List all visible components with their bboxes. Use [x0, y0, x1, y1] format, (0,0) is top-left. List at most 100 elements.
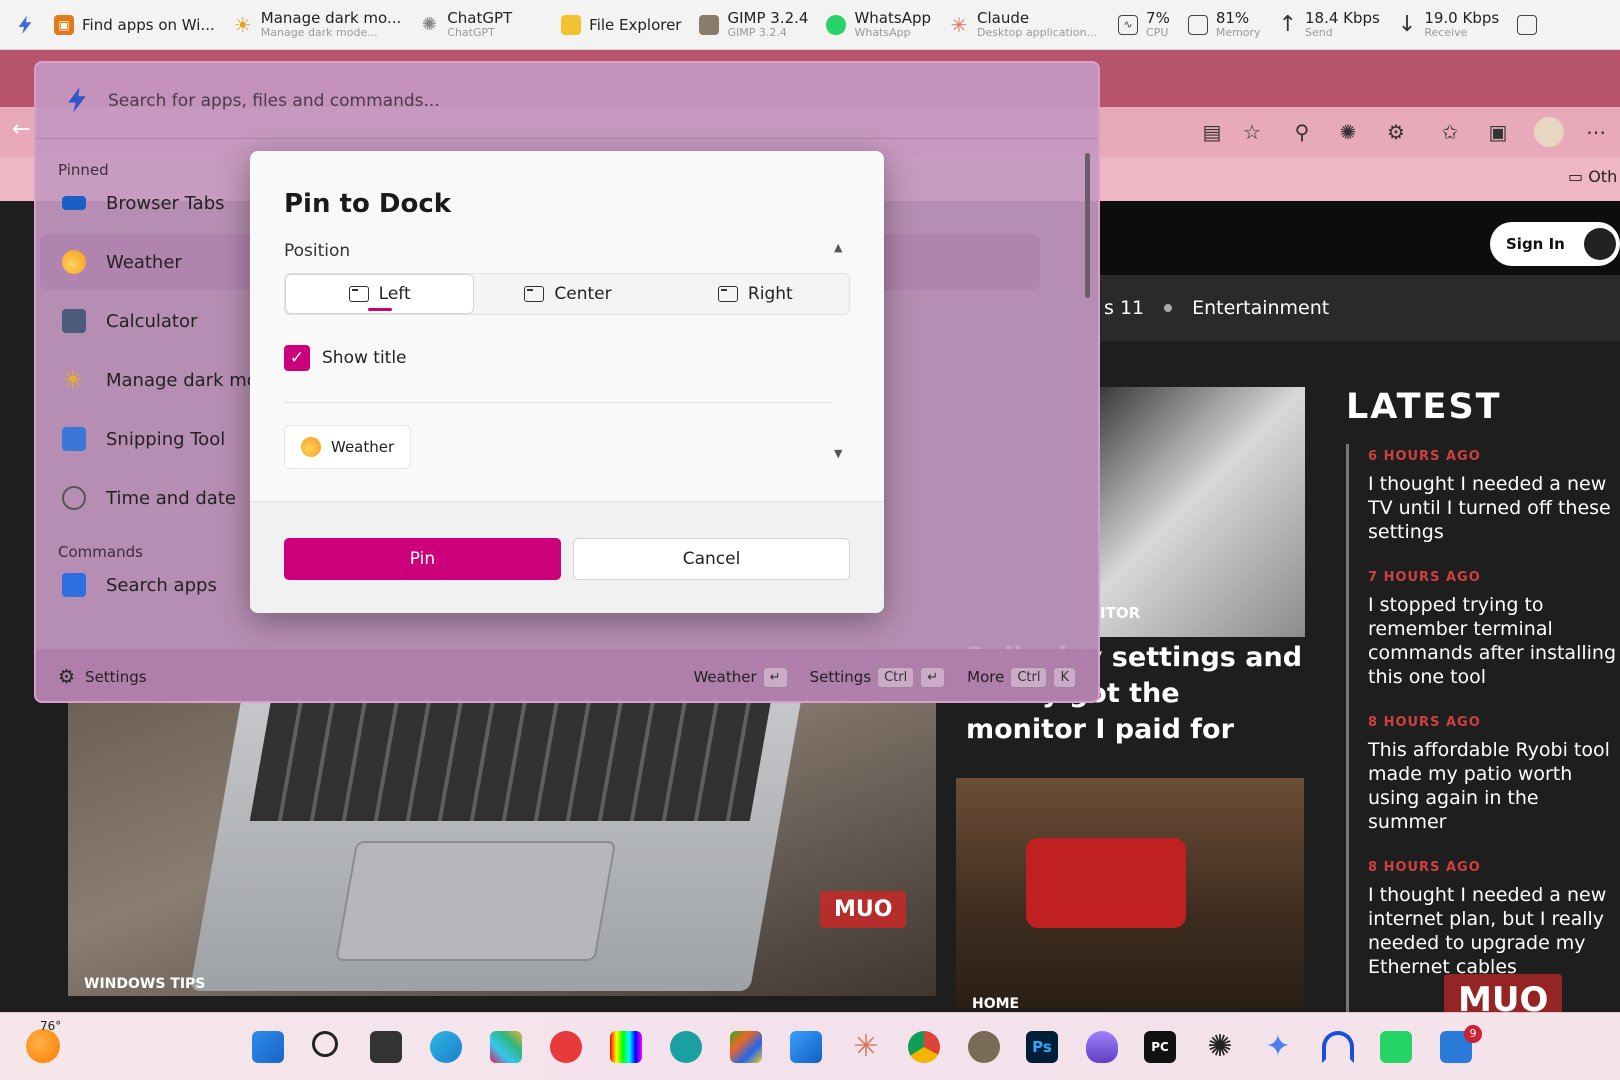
chip-icon: [1517, 14, 1538, 35]
show-title-checkbox[interactable]: ✓: [284, 345, 310, 371]
scissors-icon: [62, 427, 86, 451]
favorites-icon[interactable]: ✩: [1438, 120, 1462, 144]
weather-widget-icon[interactable]: [26, 1029, 60, 1063]
mosaic-app-icon[interactable]: [730, 1031, 762, 1063]
topbar-chip[interactable]: [1508, 0, 1546, 49]
start-button-icon[interactable]: [252, 1031, 284, 1063]
photos-icon[interactable]: [790, 1031, 822, 1063]
palette-scroll-thumb[interactable]: [1085, 153, 1090, 298]
drill-photo: [1026, 838, 1186, 928]
bookmark-other[interactable]: ▭ Oth: [1568, 167, 1617, 186]
clock-icon: [62, 486, 86, 510]
scroll-up-icon[interactable]: ▲: [834, 241, 842, 254]
palette-search-input[interactable]: [108, 83, 1008, 119]
windows-taskbar: 76° ✳ Ps PC ✺ ✦ 9: [0, 1012, 1620, 1080]
memory-icon: [1187, 14, 1208, 35]
palette-search-bar: [36, 63, 1098, 139]
chrome-icon[interactable]: [908, 1031, 940, 1063]
site-nav: s 11 Entertainment: [1100, 275, 1620, 341]
home-tag: HOME: [972, 996, 1020, 1012]
topbar-app-5[interactable]: WhatsApp WhatsApp: [817, 0, 940, 49]
launcher-logo[interactable]: [0, 0, 45, 49]
latest-item[interactable]: 8 HOURS AGO I thought I needed a new int…: [1368, 860, 1620, 979]
latest-item[interactable]: 6 HOURS AGO I thought I needed a new TV …: [1368, 449, 1620, 544]
gimp-icon: [699, 14, 720, 35]
pin-to-dock-dialog: Pin to Dock Position ▲ Left Center Right…: [250, 151, 884, 613]
show-title-row[interactable]: ✓ Show title: [284, 345, 407, 371]
back-arrow-icon[interactable]: ←: [12, 117, 30, 142]
nav-item-windows[interactable]: s 11: [1104, 297, 1144, 319]
gradient-app-icon[interactable]: [610, 1031, 642, 1063]
pin-button[interactable]: Pin: [284, 538, 561, 580]
hero-image[interactable]: MUO: [68, 681, 936, 996]
topbar-app-1[interactable]: ☀ Manage dark mo... Manage dark mode...: [224, 0, 411, 49]
star-icon[interactable]: ☆: [1240, 120, 1264, 144]
scroll-down-icon[interactable]: ▼: [834, 447, 842, 460]
weather-icon: [62, 250, 86, 274]
monitor-card-image[interactable]: [1100, 387, 1305, 637]
search-icon[interactable]: [312, 1031, 338, 1057]
topbar-stat-cpu[interactable]: ∿ 7% CPU: [1106, 0, 1179, 49]
checkmark-icon: ✓: [289, 348, 305, 368]
position-left-button[interactable]: Left: [285, 274, 475, 314]
person-icon[interactable]: ⚲: [1290, 120, 1314, 144]
claude-app-icon[interactable]: ✳: [850, 1031, 882, 1063]
arrow-up-icon: ↑: [1278, 12, 1298, 37]
ryobi-card-image[interactable]: [956, 778, 1304, 1008]
dock-right-icon: [717, 286, 738, 302]
slack-icon[interactable]: [490, 1031, 522, 1063]
photoshop-icon[interactable]: Ps: [1026, 1031, 1058, 1063]
task-view-icon[interactable]: [370, 1031, 402, 1063]
topbar-stat-receive[interactable]: ↓ 19.0 Kbps Receive: [1389, 0, 1508, 49]
topbar-app-4[interactable]: GIMP 3.2.4 GIMP 3.2.4: [690, 0, 817, 49]
settings-gear-icon[interactable]: ⚙: [58, 666, 75, 688]
pycharm-icon[interactable]: PC: [1144, 1031, 1176, 1063]
latest-item[interactable]: 7 HOURS AGO I stopped trying to remember…: [1368, 570, 1620, 689]
store-icon: ▣: [54, 14, 74, 35]
user-avatar-icon: [1584, 228, 1616, 260]
cancel-button[interactable]: Cancel: [573, 538, 850, 580]
claude-icon: ✳: [950, 12, 968, 37]
topbar-app-6[interactable]: ✳ Claude Desktop application...: [940, 0, 1106, 49]
footer-settings-link[interactable]: Settings: [85, 668, 147, 686]
topbar-stat-send[interactable]: ↑ 18.4 Kbps Send: [1270, 0, 1389, 49]
flame-app-icon[interactable]: [1086, 1031, 1118, 1063]
cpu-graph-icon: ∿: [1118, 14, 1139, 35]
topbar-app-2[interactable]: ✺ ChatGPT ChatGPT: [410, 0, 521, 49]
topbar-stat-memory[interactable]: 81% Memory: [1179, 0, 1270, 49]
footer-hint-weather[interactable]: Weather ↵: [693, 666, 788, 688]
edge-icon[interactable]: [430, 1031, 462, 1063]
profile-avatar[interactable]: [1534, 117, 1564, 147]
sign-in-button[interactable]: Sign In Now: [1490, 222, 1620, 297]
wave-app-icon[interactable]: [670, 1031, 702, 1063]
dock-center-icon: [524, 286, 545, 302]
chatgpt-app-icon[interactable]: ✺: [1204, 1031, 1236, 1063]
position-right-button[interactable]: Right: [662, 274, 849, 314]
notification-badge: 9: [1464, 1025, 1482, 1043]
footer-hint-more[interactable]: More Ctrl K: [967, 666, 1076, 688]
top-app-bar: ▣ Find apps on Wi... ☀ Manage dark mo...…: [0, 0, 1620, 50]
palette-footer: ⚙ Settings Weather ↵ Settings Ctrl ↵ Mor…: [36, 649, 1098, 701]
folder-icon: [561, 14, 582, 35]
reader-icon[interactable]: ▤: [1200, 120, 1224, 144]
extensions-icon[interactable]: ⚙: [1384, 120, 1408, 144]
trackpad-photo: [335, 841, 617, 961]
show-title-label: Show title: [322, 348, 407, 368]
latest-item[interactable]: 8 HOURS AGO This affordable Ryobi tool m…: [1368, 715, 1620, 834]
weather-icon: [301, 437, 321, 457]
gimp-app-icon[interactable]: [968, 1031, 1000, 1063]
footer-hint-settings[interactable]: Settings Ctrl ↵: [810, 666, 946, 688]
screenshot-icon[interactable]: ▣: [1486, 120, 1510, 144]
cluster-app-icon[interactable]: [550, 1031, 582, 1063]
more-icon[interactable]: ⋯: [1584, 120, 1608, 144]
chatgpt-ext-icon[interactable]: ✺: [1336, 120, 1360, 144]
gemini-icon[interactable]: ✦: [1262, 1031, 1294, 1063]
latest-section: LATEST 6 HOURS AGO I thought I needed a …: [1346, 387, 1620, 1005]
whatsapp-app-icon[interactable]: [1380, 1031, 1412, 1063]
topbar-app-0[interactable]: ▣ Find apps on Wi...: [45, 0, 224, 49]
nav-item-entertainment[interactable]: Entertainment: [1192, 297, 1329, 319]
arc-app-icon[interactable]: [1322, 1031, 1354, 1063]
topbar-app-3[interactable]: File Explorer: [521, 0, 690, 49]
position-center-button[interactable]: Center: [474, 274, 661, 314]
dialog-footer: Pin Cancel: [250, 501, 884, 613]
